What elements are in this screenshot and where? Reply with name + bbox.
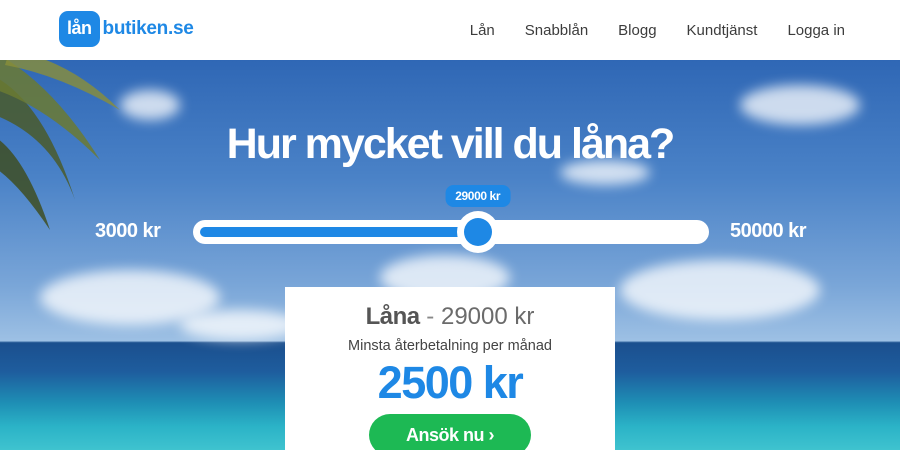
monthly-amount: 2500 kr [377,357,524,408]
nav-item-lan[interactable]: Lån [470,22,495,39]
nav-item-snabblan[interactable]: Snabblån [525,22,588,39]
slider-max-label: 50000 kr [730,220,807,242]
nav-item-kundtjanst[interactable]: Kundtjänst [687,22,758,39]
amount-slider-track[interactable] [193,220,709,244]
site-header: lån butiken.se Lån Snabblån Blogg Kundtj… [0,0,900,60]
nav-item-blogg[interactable]: Blogg [618,22,656,39]
apply-button[interactable]: Ansök nu › [369,414,531,450]
cloud-decoration [120,90,180,120]
amount-slider-tooltip: 29000 kr [445,185,511,207]
main-nav: Lån Snabblån Blogg Kundtjänst Logga in [470,0,845,60]
cloud-decoration [180,310,300,340]
loan-word: Låna [365,303,421,330]
loan-separator: - [419,303,441,330]
loan-amount: 29000 kr [440,303,535,330]
amount-slider-fill [200,227,478,237]
slider-min-label: 3000 kr [95,220,161,242]
hero-section: Hur mycket vill du låna? 3000 kr 50000 k… [0,60,900,450]
logo-badge: lån [59,11,100,47]
hero-title: Hur mycket vill du låna? [226,120,676,168]
brand-logo[interactable]: lån butiken.se [59,10,194,48]
cloud-decoration [740,85,860,125]
nav-item-logga-in[interactable]: Logga in [787,22,845,39]
amount-slider-handle[interactable] [456,211,499,253]
loan-summary: Låna - 29000 kr [285,303,615,331]
logo-text: butiken.se [102,18,194,39]
cloud-decoration [620,260,820,320]
monthly-label: Minsta återbetalning per månad [348,338,552,354]
loan-result-card: Låna - 29000 kr Minsta återbetalning per… [285,287,615,450]
